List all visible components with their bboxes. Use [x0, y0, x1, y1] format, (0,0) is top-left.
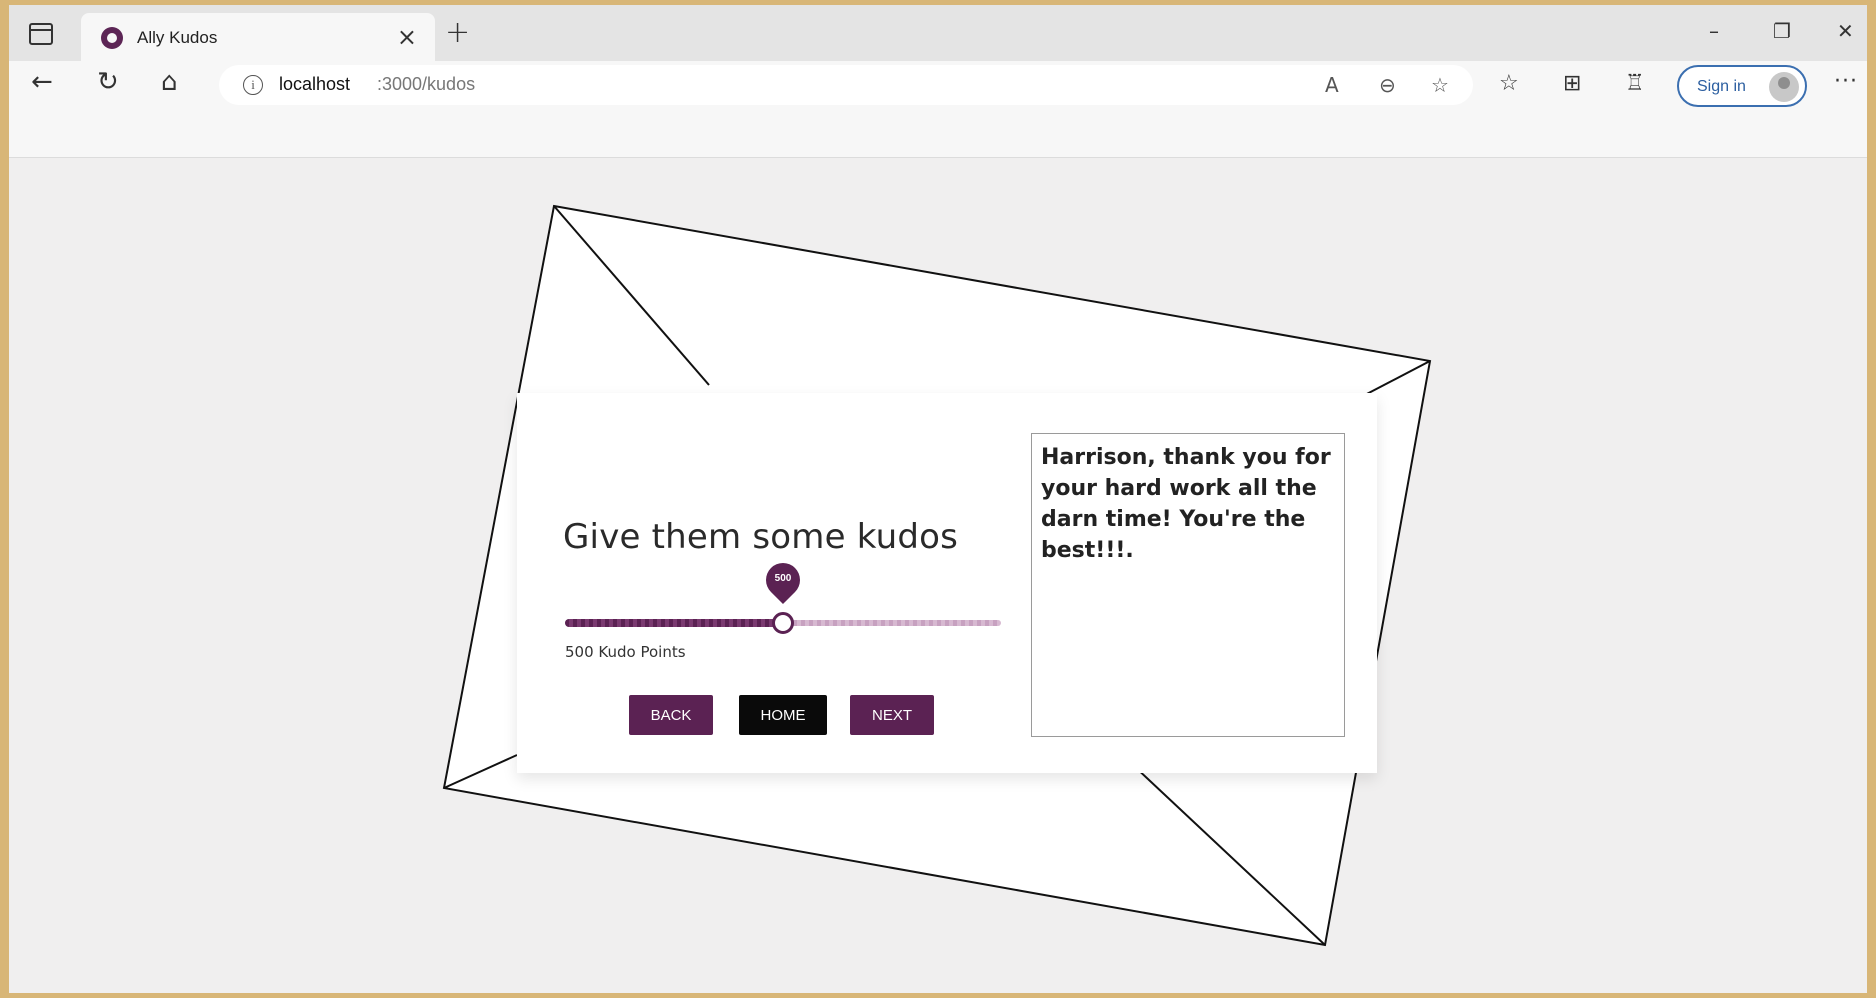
- slider-thumb[interactable]: [772, 612, 794, 634]
- kudo-points-slider[interactable]: 500: [565, 555, 1001, 634]
- back-button[interactable]: BACK: [629, 695, 713, 735]
- slider-value-label: 500: [774, 573, 792, 584]
- next-button[interactable]: NEXT: [850, 695, 934, 735]
- kudos-card: Give them some kudos 500 500 Kudo Points…: [517, 393, 1377, 773]
- slider-fill: [565, 619, 783, 627]
- home-button[interactable]: HOME: [739, 695, 827, 735]
- kudos-message-textarea[interactable]: Harrison, thank you for your hard work a…: [1031, 433, 1345, 737]
- kudo-points-label: 500 Kudo Points: [565, 643, 686, 661]
- browser-window: Ally Kudos × + – ❐ ✕ ← ↻ ⌂ i localhost :…: [9, 5, 1867, 993]
- page-title: Give them some kudos: [563, 517, 959, 557]
